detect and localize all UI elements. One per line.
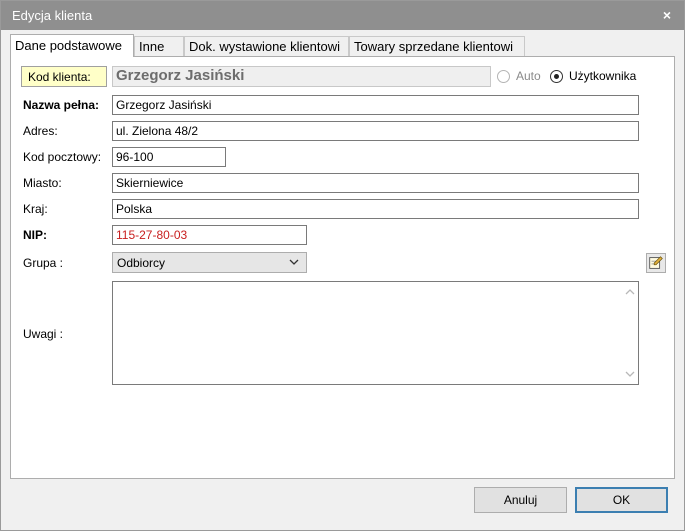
radio-auto-dot: [497, 69, 510, 83]
uwagi-label: Uwagi :: [23, 327, 64, 341]
cancel-button[interactable]: Anuluj: [474, 487, 567, 513]
kod-klienta-label: Kod klienta:: [21, 66, 107, 87]
adres-input[interactable]: ul. Zielona 48/2: [112, 121, 639, 141]
kod-pocztowy-label: Kod pocztowy:: [23, 150, 102, 164]
kod-pocztowy-input[interactable]: 96-100: [112, 147, 226, 167]
radio-auto[interactable]: Auto: [497, 69, 541, 83]
tab-dane-podstawowe[interactable]: Dane podstawowe: [10, 34, 134, 57]
nazwa-pelna-label: Nazwa pełna:: [23, 98, 100, 112]
tab-inne[interactable]: Inne: [134, 36, 184, 56]
title-bar[interactable]: Edycja klienta ×: [1, 1, 684, 30]
nazwa-pelna-input[interactable]: Grzegorz Jasiński: [112, 95, 639, 115]
radio-uzytkownika-label: Użytkownika: [569, 69, 637, 83]
adres-label: Adres:: [23, 124, 58, 138]
scroll-down-icon[interactable]: [622, 366, 638, 382]
uwagi-scrollbar[interactable]: [622, 282, 638, 384]
nip-input[interactable]: 115-27-80-03: [112, 225, 307, 245]
kraj-label: Kraj:: [23, 202, 48, 216]
radio-uzytkownika-dot: [550, 69, 563, 83]
client-edit-dialog: Edycja klienta × Dane podstawowe Inne Do…: [0, 0, 685, 531]
grupa-select[interactable]: Odbiorcy: [112, 252, 307, 273]
radio-auto-label: Auto: [516, 69, 541, 83]
kraj-input[interactable]: Polska: [112, 199, 639, 219]
grupa-selected-value: Odbiorcy: [117, 256, 166, 270]
tab-towary-sprzedane[interactable]: Towary sprzedane klientowi: [349, 36, 525, 56]
close-icon[interactable]: ×: [658, 6, 676, 24]
scroll-up-icon[interactable]: [622, 284, 638, 300]
miasto-input[interactable]: Skierniewice: [112, 173, 639, 193]
edit-note-button[interactable]: [646, 253, 666, 273]
chevron-down-icon: [289, 259, 299, 265]
edit-note-icon: [649, 256, 663, 269]
nip-label: NIP:: [23, 228, 47, 242]
window-title: Edycja klienta: [12, 8, 93, 23]
radio-uzytkownika[interactable]: Użytkownika: [550, 69, 636, 83]
grupa-label: Grupa :: [23, 256, 64, 270]
button-bar: Anuluj OK: [1, 479, 684, 530]
kod-klienta-field: Grzegorz Jasiński: [112, 66, 491, 87]
tab-panel-dane-podstawowe: Kod klienta: Grzegorz Jasiński Auto Użyt…: [10, 56, 675, 479]
miasto-label: Miasto:: [23, 176, 62, 190]
tab-dok-wystawione[interactable]: Dok. wystawione klientowi: [184, 36, 349, 56]
uwagi-textarea[interactable]: [112, 281, 639, 385]
ok-button[interactable]: OK: [575, 487, 668, 513]
